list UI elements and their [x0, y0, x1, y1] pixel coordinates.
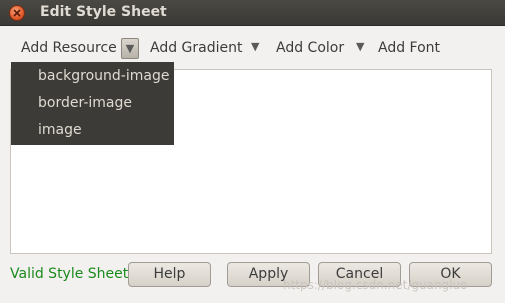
add-color-button[interactable]: Add Color	[276, 40, 344, 56]
menu-item-image[interactable]: image	[38, 122, 82, 138]
resource-dropdown-menu: background-image border-image image	[11, 62, 174, 145]
close-icon[interactable]	[9, 5, 25, 21]
menu-item-border-image[interactable]: border-image	[38, 95, 132, 111]
add-color-dropdown-icon[interactable]: ▼	[356, 40, 364, 53]
help-button[interactable]: Help	[128, 262, 211, 287]
add-font-button[interactable]: Add Font	[378, 40, 440, 56]
watermark: https://blog.csdn.net/guangluo	[283, 278, 468, 292]
menu-item-background-image[interactable]: background-image	[38, 68, 169, 84]
add-resource-dropdown-icon[interactable]: ▼	[121, 38, 139, 59]
window-title: Edit Style Sheet	[40, 4, 167, 20]
add-gradient-dropdown-icon[interactable]: ▼	[251, 40, 259, 53]
add-gradient-button[interactable]: Add Gradient	[150, 40, 243, 56]
title-bar: Edit Style Sheet	[0, 0, 505, 26]
add-resource-button[interactable]: Add Resource	[21, 40, 117, 56]
status-label: Valid Style Sheet	[10, 266, 129, 282]
